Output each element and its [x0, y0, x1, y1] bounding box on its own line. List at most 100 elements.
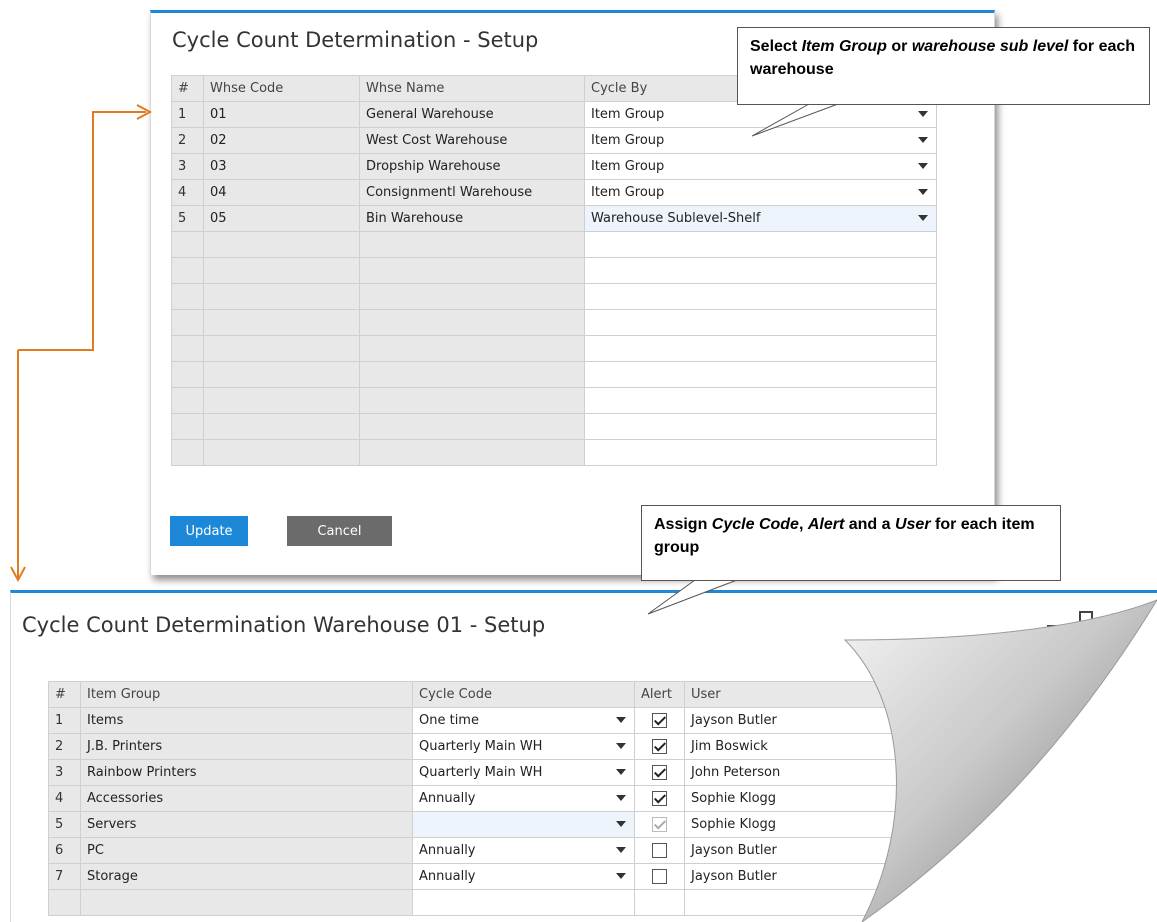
alert-checkbox[interactable] — [652, 869, 667, 884]
cycle-by-dropdown[interactable]: Warehouse Sublevel-Shelf — [584, 205, 937, 232]
user-cell[interactable]: Sophie Klogg — [684, 785, 909, 812]
col-header-row-number: # — [171, 75, 204, 102]
table-row[interactable]: 3 03 Dropship Warehouse Item Group — [171, 153, 937, 180]
row-number: 1 — [171, 101, 204, 128]
empty-row — [171, 309, 937, 336]
callout-emphasis: Alert — [807, 516, 845, 533]
table-row[interactable]: 3 Rainbow Printers Quarterly Main WH Joh… — [48, 759, 909, 786]
item-group-cell: J.B. Printers — [80, 733, 413, 760]
cycle-code-dropdown[interactable]: Quarterly Main WH — [412, 733, 635, 760]
alert-checkbox[interactable] — [652, 713, 667, 728]
user-cell[interactable]: Jayson Butler — [684, 837, 909, 864]
alert-cell — [634, 707, 685, 734]
table-row[interactable]: 4 04 Consignmentl Warehouse Item Group — [171, 179, 937, 206]
grid-header-row: # Item Group Cycle Code Alert User — [48, 681, 909, 708]
item-group-cell: Rainbow Printers — [80, 759, 413, 786]
empty-row — [171, 439, 937, 466]
empty-row — [171, 335, 937, 362]
table-row[interactable]: 5 Servers Sophie Klogg — [48, 811, 909, 838]
minimize-icon[interactable] — [1047, 625, 1063, 627]
table-row[interactable]: 2 J.B. Printers Quarterly Main WH Jim Bo… — [48, 733, 909, 760]
caret-down-icon[interactable] — [616, 717, 626, 723]
cycle-by-dropdown[interactable]: Item Group — [584, 127, 937, 154]
col-header-user[interactable]: User — [684, 681, 909, 708]
cycle-code-dropdown[interactable]: Annually — [412, 785, 635, 812]
alert-checkbox[interactable] — [652, 791, 667, 806]
whse-name-cell: West Cost Warehouse — [359, 127, 585, 154]
callout-text: and a — [844, 516, 895, 533]
whse-name-cell: General Warehouse — [359, 101, 585, 128]
row-number: 4 — [48, 785, 81, 812]
callout-emphasis: warehouse sub level — [911, 38, 1069, 55]
cycle-by-dropdown[interactable]: Item Group — [584, 101, 937, 128]
user-cell[interactable]: Jim Boswick — [684, 733, 909, 760]
caret-down-icon[interactable] — [616, 821, 626, 827]
whse-code-cell: 04 — [203, 179, 360, 206]
user-cell[interactable]: John Peterson — [684, 759, 909, 786]
empty-row — [171, 231, 937, 258]
user-cell[interactable]: Sophie Klogg — [684, 811, 909, 838]
cycle-by-value: Item Group — [591, 185, 665, 200]
cycle-by-dropdown[interactable]: Item Group — [584, 153, 937, 180]
item-group-cell: PC — [80, 837, 413, 864]
col-header-cycle-code[interactable]: Cycle Code — [412, 681, 635, 708]
caret-down-icon[interactable] — [616, 769, 626, 775]
row-number: 1 — [48, 707, 81, 734]
col-header-alert[interactable]: Alert — [634, 681, 685, 708]
alert-cell — [634, 759, 685, 786]
alert-checkbox[interactable] — [652, 817, 667, 832]
callout-text: , — [798, 516, 808, 533]
cycle-code-dropdown[interactable]: Annually — [412, 863, 635, 890]
callout-text: Assign — [654, 516, 712, 533]
caret-down-icon[interactable] — [918, 137, 928, 143]
cycle-by-value: Item Group — [591, 107, 665, 122]
callout-bottom: Assign Cycle Code, Alert and a User for … — [641, 505, 1061, 581]
caret-down-icon[interactable] — [918, 215, 928, 221]
caret-down-icon[interactable] — [918, 111, 928, 117]
item-group-grid: # Item Group Cycle Code Alert User 1 Ite… — [48, 681, 909, 916]
row-number: 5 — [48, 811, 81, 838]
user-cell[interactable]: Jayson Butler — [684, 707, 909, 734]
col-header-item-group[interactable]: Item Group — [80, 681, 413, 708]
table-row[interactable]: 1 Items One time Jayson Butler — [48, 707, 909, 734]
arrowhead-down-icon — [10, 566, 26, 583]
caret-down-icon[interactable] — [918, 163, 928, 169]
cycle-by-dropdown[interactable]: Item Group — [584, 179, 937, 206]
col-header-whse-name[interactable]: Whse Name — [359, 75, 585, 102]
table-row[interactable]: 7 Storage Annually Jayson Butler — [48, 863, 909, 890]
update-button[interactable]: Update — [170, 516, 248, 546]
maximize-icon[interactable] — [1079, 611, 1093, 625]
cycle-code-dropdown[interactable]: Annually — [412, 837, 635, 864]
cycle-code-value: Annually — [419, 843, 476, 858]
alert-checkbox[interactable] — [652, 739, 667, 754]
table-row[interactable]: 6 PC Annually Jayson Butler — [48, 837, 909, 864]
user-cell[interactable]: Jayson Butler — [684, 863, 909, 890]
caret-down-icon[interactable] — [616, 873, 626, 879]
row-number: 5 — [171, 205, 204, 232]
col-header-whse-code[interactable]: Whse Code — [203, 75, 360, 102]
caret-down-icon[interactable] — [616, 795, 626, 801]
table-row[interactable]: 2 02 West Cost Warehouse Item Group — [171, 127, 937, 154]
callout-emphasis: Item Group — [801, 38, 887, 55]
caret-down-icon[interactable] — [918, 189, 928, 195]
alert-checkbox[interactable] — [652, 843, 667, 858]
cycle-by-value: Item Group — [591, 159, 665, 174]
cycle-code-dropdown[interactable] — [412, 811, 635, 838]
whse-name-cell: Bin Warehouse — [359, 205, 585, 232]
alert-cell — [634, 837, 685, 864]
alert-checkbox[interactable] — [652, 765, 667, 780]
close-icon[interactable]: ✕ — [1109, 609, 1124, 630]
caret-down-icon[interactable] — [616, 743, 626, 749]
cancel-button[interactable]: Cancel — [287, 516, 392, 546]
caret-down-icon[interactable] — [616, 847, 626, 853]
row-number: 7 — [48, 863, 81, 890]
empty-row — [171, 361, 937, 388]
col-header-row-number: # — [48, 681, 81, 708]
table-row[interactable]: 5 05 Bin Warehouse Warehouse Sublevel-Sh… — [171, 205, 937, 232]
item-group-cell: Storage — [80, 863, 413, 890]
cycle-code-dropdown[interactable]: Quarterly Main WH — [412, 759, 635, 786]
table-row[interactable]: 4 Accessories Annually Sophie Klogg — [48, 785, 909, 812]
whse-code-cell: 03 — [203, 153, 360, 180]
cycle-code-dropdown[interactable]: One time — [412, 707, 635, 734]
table-row[interactable]: 1 01 General Warehouse Item Group — [171, 101, 937, 128]
